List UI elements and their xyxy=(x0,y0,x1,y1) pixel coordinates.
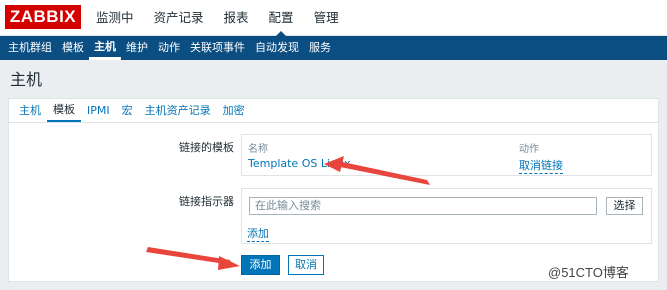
top-bar: ZABBIX 监测中 资产记录 报表 配置 管理 xyxy=(0,0,667,37)
select-button[interactable]: 选择 xyxy=(606,197,643,215)
subnav-hosts[interactable]: 主机 xyxy=(89,36,121,60)
subnav-correlation[interactable]: 关联项事件 xyxy=(185,36,250,60)
sub-nav: 主机群组 模板 主机 维护 动作 关联项事件 自动发现 服务 xyxy=(0,36,667,60)
subnav-actions[interactable]: 动作 xyxy=(153,36,185,60)
col-action-header: 动作 xyxy=(519,144,539,155)
tab-encryption[interactable]: 加密 xyxy=(217,99,251,122)
tab-templates[interactable]: 模板 xyxy=(47,99,81,122)
topnav-configuration[interactable]: 配置 xyxy=(259,0,304,37)
top-nav: 监测中 资产记录 报表 配置 管理 xyxy=(86,0,349,37)
unlink-link[interactable]: 取消链接 xyxy=(519,157,563,174)
topnav-inventory[interactable]: 资产记录 xyxy=(144,0,214,36)
linked-templates-box: 名称 动作 Template OS Linux 取消链接 xyxy=(241,134,652,176)
linked-templates-label: 链接的模板 xyxy=(179,141,234,154)
watermark: @51CTO博客 xyxy=(548,265,629,280)
tab-ipmi[interactable]: IPMI xyxy=(81,99,116,122)
col-name-header: 名称 xyxy=(248,144,268,155)
page-title: 主机 xyxy=(10,70,43,89)
tab-host[interactable]: 主机 xyxy=(13,99,47,122)
add-link[interactable]: 添加 xyxy=(247,225,269,242)
link-indicator-label: 链接指示器 xyxy=(179,195,234,208)
subnav-services[interactable]: 服务 xyxy=(304,36,336,60)
topnav-monitoring[interactable]: 监测中 xyxy=(86,0,144,36)
form-tabs: 主机 模板 IPMI 宏 主机资产记录 加密 xyxy=(9,99,658,123)
host-form-panel: 主机 模板 IPMI 宏 主机资产记录 加密 链接的模板 名称 动作 Templ… xyxy=(8,98,659,282)
subnav-templates[interactable]: 模板 xyxy=(57,36,89,60)
template-search-input[interactable]: 在此输入搜索 xyxy=(249,197,597,215)
tab-macros[interactable]: 宏 xyxy=(116,99,139,122)
subnav-maintenance[interactable]: 维护 xyxy=(121,36,153,60)
subnav-host-groups[interactable]: 主机群组 xyxy=(3,36,57,60)
subnav-discovery[interactable]: 自动发现 xyxy=(250,36,304,60)
zabbix-logo[interactable]: ZABBIX xyxy=(5,5,81,29)
topnav-administration[interactable]: 管理 xyxy=(304,0,349,36)
cancel-button[interactable]: 取消 xyxy=(288,255,324,275)
template-os-linux-link[interactable]: Template OS Linux xyxy=(248,157,350,170)
topnav-reports[interactable]: 报表 xyxy=(214,0,259,36)
add-button[interactable]: 添加 xyxy=(241,255,280,275)
tab-inventory[interactable]: 主机资产记录 xyxy=(139,99,217,122)
